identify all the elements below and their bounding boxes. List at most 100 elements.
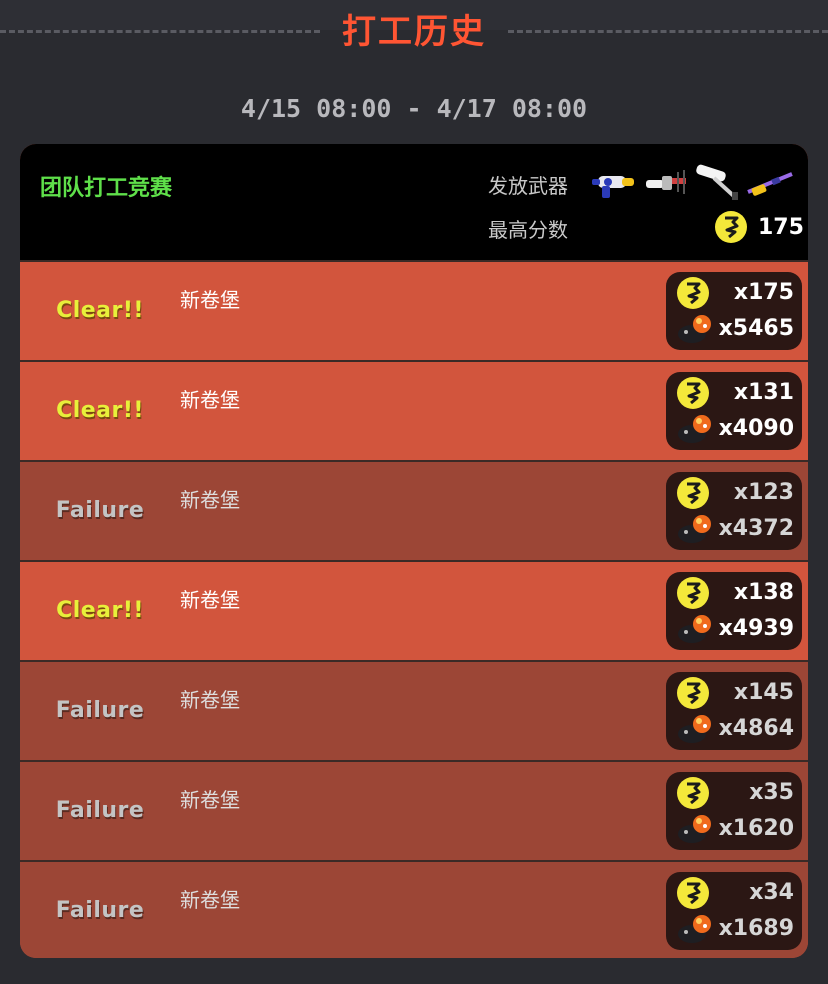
salmonid-icon (678, 615, 711, 643)
golden-egg-icon (677, 477, 709, 509)
salmonid-icon-wrap (676, 312, 716, 346)
golden-egg-icon (677, 277, 709, 309)
shift-list: Clear!! 新卷堡 x175 x5465 Clear!! 新卷堡 x131 x4090 Fa… (20, 260, 808, 958)
golden-egg-icon (677, 877, 709, 909)
shift-row[interactable]: Failure 新卷堡 x35 x1620 (20, 760, 808, 860)
result-label: Clear!! (56, 598, 144, 623)
salmonid-icon-wrap (676, 812, 716, 846)
salmonid-icon-wrap (676, 612, 716, 646)
salmonid-icon (678, 415, 711, 443)
max-score: 175 (714, 210, 804, 244)
power-eggs-count: x4939 (718, 616, 794, 641)
stage-name: 新卷堡 (180, 388, 240, 412)
splatling-icon (646, 170, 686, 194)
golden-egg-icon (677, 577, 709, 609)
golden-eggs-count: x138 (733, 580, 794, 605)
salmonid-icon (678, 515, 711, 543)
stats-box: x34 x1689 (666, 872, 802, 950)
result-label: Failure (55, 498, 145, 523)
golden-egg-icon (715, 211, 747, 243)
power-eggs-count: x5465 (718, 316, 794, 341)
power-eggs-stat: x4864 (674, 712, 798, 746)
result-label: Failure (55, 898, 145, 923)
golden-eggs-count: x34 (749, 880, 794, 905)
golden-egg-icon (677, 677, 709, 709)
golden-eggs-stat: x131 (674, 376, 798, 410)
shift-row[interactable]: Clear!! 新卷堡 x131 x4090 (20, 360, 808, 460)
golden-eggs-stat: x123 (674, 476, 798, 510)
golden-egg-icon (677, 377, 709, 409)
golden-eggs-count: x35 (749, 780, 794, 805)
golden-eggs-stat: x145 (674, 676, 798, 710)
history-card: 团队打工竞赛 发放武器 最高分数 175 Clear!! 新卷堡 x175 x5… (20, 144, 808, 958)
stats-box: x131 x4090 (666, 372, 802, 450)
salmonid-icon-wrap (676, 412, 716, 446)
salmonid-icon (678, 815, 711, 843)
blaster-icon (592, 176, 634, 198)
stage-name: 新卷堡 (180, 788, 240, 812)
golden-egg-icon-wrap (676, 576, 716, 610)
stats-box: x175 x5465 (666, 272, 802, 350)
power-eggs-count: x1620 (718, 816, 794, 841)
roller-icon (696, 164, 738, 200)
max-score-label: 最高分数 (488, 218, 568, 242)
golden-eggs-stat: x138 (674, 576, 798, 610)
golden-egg-icon-wrap (676, 876, 716, 910)
golden-eggs-stat: x34 (674, 876, 798, 910)
result-label: Failure (55, 698, 145, 723)
power-eggs-count: x1689 (718, 916, 794, 941)
golden-egg-icon-wrap (676, 276, 716, 310)
shift-row[interactable]: Clear!! 新卷堡 x138 x4939 (20, 560, 808, 660)
page: 打工历史 4/15 08:00 - 4/17 08:00 团队打工竞赛 发放武器… (0, 0, 828, 984)
shift-row[interactable]: Failure 新卷堡 x34 x1689 (20, 860, 808, 958)
result-label: Clear!! (56, 398, 144, 423)
golden-eggs-count: x123 (733, 480, 794, 505)
stage-name: 新卷堡 (180, 288, 240, 312)
stats-box: x138 x4939 (666, 572, 802, 650)
golden-egg-icon-wrap (676, 376, 716, 410)
salmonid-icon-wrap (676, 512, 716, 546)
golden-egg-icon (677, 777, 709, 809)
golden-eggs-count: x175 (733, 280, 794, 305)
power-eggs-count: x4864 (718, 716, 794, 741)
stage-name: 新卷堡 (180, 488, 240, 512)
power-eggs-stat: x1620 (674, 812, 798, 846)
shift-row[interactable]: Failure 新卷堡 x123 x4372 (20, 460, 808, 560)
stage-name: 新卷堡 (180, 688, 240, 712)
event-name: 团队打工竞赛 (40, 176, 173, 201)
power-eggs-stat: x4090 (674, 412, 798, 446)
golden-eggs-count: x131 (733, 380, 794, 405)
power-eggs-stat: x1689 (674, 912, 798, 946)
golden-egg-icon-wrap (676, 476, 716, 510)
salmonid-icon-wrap (676, 912, 716, 946)
event-header[interactable]: 团队打工竞赛 发放武器 最高分数 175 (20, 144, 808, 260)
power-eggs-count: x4372 (718, 516, 794, 541)
max-score-value: 175 (758, 215, 804, 240)
result-label: Clear!! (56, 298, 144, 323)
power-eggs-stat: x4939 (674, 612, 798, 646)
golden-eggs-stat: x35 (674, 776, 798, 810)
weapons-label: 发放武器 (488, 174, 568, 198)
power-eggs-stat: x5465 (674, 312, 798, 346)
shift-row[interactable]: Failure 新卷堡 x145 x4864 (20, 660, 808, 760)
golden-eggs-stat: x175 (674, 276, 798, 310)
power-eggs-count: x4090 (718, 416, 794, 441)
stats-box: x145 x4864 (666, 672, 802, 750)
power-eggs-stat: x4372 (674, 512, 798, 546)
date-range: 4/15 08:00 - 4/17 08:00 (240, 94, 588, 123)
shift-row[interactable]: Clear!! 新卷堡 x175 x5465 (20, 260, 808, 360)
salmonid-icon (678, 915, 711, 943)
result-label: Failure (55, 798, 145, 823)
salmonid-icon (678, 715, 711, 743)
weapons-list (588, 162, 794, 202)
stats-box: x123 x4372 (666, 472, 802, 550)
golden-egg-icon-wrap (676, 676, 716, 710)
stats-box: x35 x1620 (666, 772, 802, 850)
golden-eggs-count: x145 (733, 680, 794, 705)
stage-name: 新卷堡 (180, 888, 240, 912)
stage-name: 新卷堡 (180, 588, 240, 612)
charger-icon (747, 172, 793, 196)
salmonid-icon-wrap (676, 712, 716, 746)
salmonid-icon (678, 315, 711, 343)
golden-egg-icon-wrap (676, 776, 716, 810)
